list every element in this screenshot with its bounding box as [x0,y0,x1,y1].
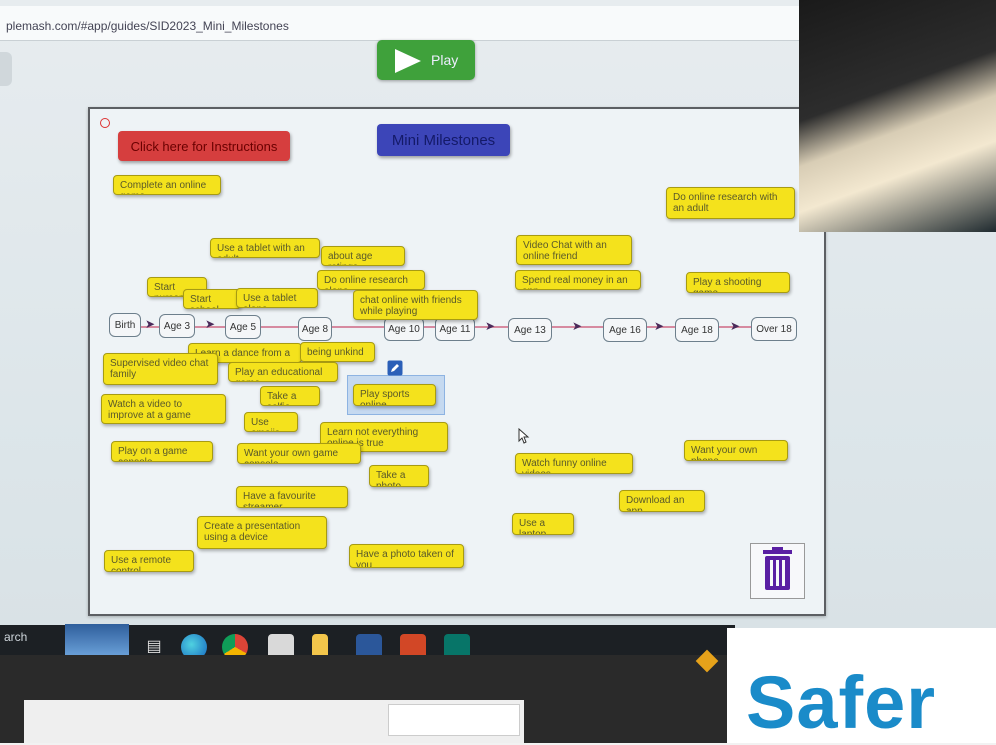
milestone-card[interactable]: Use a laptop [512,513,574,535]
milestone-card[interactable]: Play on a game console [111,441,213,462]
milestone-card[interactable]: Use a remote control [104,550,194,572]
milestone-card[interactable]: Do online research with an adult [666,187,795,219]
milestone-card[interactable]: Play sports online [353,384,436,406]
play-icon [395,49,421,73]
timeline-arrow-icon: ➤ [572,319,583,333]
board-handle[interactable] [100,118,110,128]
milestone-card[interactable]: Use emojis [244,412,298,432]
taskbar-search[interactable]: arch [4,630,27,644]
ceiling-light [388,704,520,736]
mouse-cursor [518,428,530,444]
milestone-card[interactable]: Supervised video chat family [103,353,218,385]
milestone-card[interactable]: Video Chat with an online friend [516,235,632,265]
play-label: Play [431,52,459,68]
milestone-card[interactable]: Play a shooting game [686,272,790,293]
safer-logo-text: Safer [746,661,937,744]
timeline-node-age-11[interactable]: Age 11 [435,317,475,341]
url-text: plemash.com/#app/guides/SID2023_Mini_Mil… [6,19,289,33]
board-title: Mini Milestones [377,124,510,156]
milestone-card[interactable]: Use a tablet with an adult [210,238,320,258]
milestone-card[interactable]: Play an educational game [228,362,338,382]
milestone-card[interactable]: Start school [183,289,241,309]
milestone-card[interactable]: Have a favourite streamer [236,486,348,508]
timeline-node-over-18[interactable]: Over 18 [751,317,797,341]
milestone-card[interactable]: Do online research alone [317,270,425,290]
milestone-card[interactable]: Create a presentation using a device [197,516,327,549]
milestone-card[interactable]: Watch funny online videos [515,453,633,474]
timeline-node-age-16[interactable]: Age 16 [603,318,647,342]
timeline-node-age-18[interactable]: Age 18 [675,318,719,342]
trash-icon [763,547,792,590]
timeline-arrow-icon: ➤ [730,319,741,333]
milestone-card[interactable]: Have a photo taken of you [349,544,464,568]
timeline-arrow-icon: ➤ [205,317,216,331]
timeline-node-birth[interactable]: Birth [109,313,141,337]
milestone-card[interactable]: Watch a video to improve at a game [101,394,226,424]
nav-tab-handle[interactable] [0,52,12,86]
timeline-node-age-5[interactable]: Age 5 [225,315,261,339]
milestone-card[interactable]: Use a tablet alone [236,288,318,308]
timeline-node-age-10[interactable]: Age 10 [384,317,424,341]
milestone-card[interactable]: Take a photo [369,465,429,487]
instructions-button[interactable]: Click here for Instructions [118,131,290,161]
milestone-card[interactable]: Complete an online game [113,175,221,195]
timeline-arrow-icon: ➤ [485,319,496,333]
milestone-card[interactable]: Want your own phone [684,440,788,461]
timeline-arrow-icon: ➤ [654,319,665,333]
milestone-card[interactable]: being unkind [300,342,375,362]
address-bar[interactable]: plemash.com/#app/guides/SID2023_Mini_Mil… [0,6,800,41]
timeline-node-age-3[interactable]: Age 3 [159,314,195,338]
play-button[interactable]: Play [377,40,475,80]
timeline-arrow-icon: ➤ [145,317,156,331]
search-highlight-image [65,624,129,656]
milestone-card[interactable]: Want your own game console [237,443,361,464]
milestone-card[interactable]: about age ratings [321,246,405,266]
milestone-card[interactable]: Take a selfie [260,386,320,406]
edit-icon[interactable] [387,360,403,376]
timeline-node-age-8[interactable]: Age 8 [298,317,332,341]
milestone-card[interactable]: Spend real money in an app [515,270,641,290]
trash-button[interactable] [750,543,805,599]
timeline-node-age-13[interactable]: Age 13 [508,318,552,342]
milestone-card[interactable]: chat online with friends while playing [353,290,478,320]
pupil-photo [799,0,996,232]
milestone-card[interactable]: Download an app [619,490,705,512]
